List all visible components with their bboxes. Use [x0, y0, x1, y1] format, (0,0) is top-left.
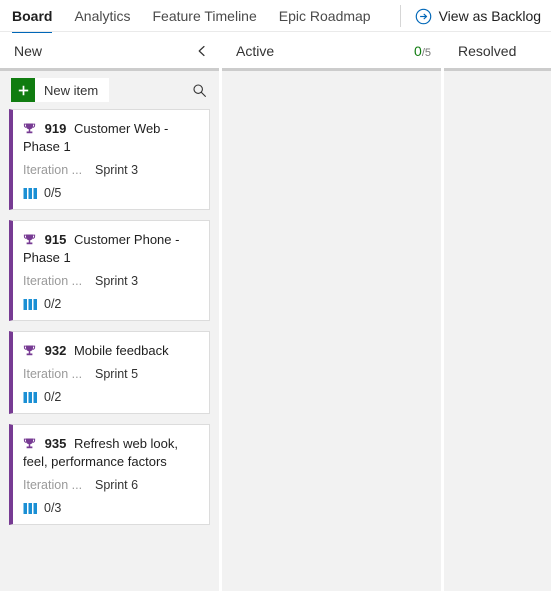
card-935-field-label: Iteration ...	[23, 478, 83, 492]
new-item-label: New item	[44, 82, 99, 98]
card-915-field-label: Iteration ...	[23, 274, 83, 288]
progress-bars-icon	[23, 187, 37, 199]
card-935[interactable]: 935 Refresh web look, feel, performance …	[9, 424, 210, 525]
card-915[interactable]: 915 Customer Phone - Phase 1 Iteration .…	[9, 220, 210, 321]
pivot-bar: Board Analytics Feature Timeline Epic Ro…	[0, 0, 551, 34]
plus-icon	[11, 78, 35, 102]
progress-bars-icon	[23, 502, 37, 514]
wip-current-active: 0	[414, 42, 422, 59]
card-935-progress: 0/3	[44, 501, 62, 515]
card-919-footer: 0/5	[23, 186, 199, 200]
pivot-divider	[399, 5, 401, 27]
tab-feature-timeline-label: Feature Timeline	[152, 8, 257, 24]
tab-feature-timeline[interactable]: Feature Timeline	[141, 0, 267, 32]
wip-limit-active: /5	[421, 46, 431, 59]
card-915-id: 915	[44, 232, 67, 247]
kanban-board: New New item 919 Customer Web - Phase 1 …	[0, 33, 551, 591]
trophy-icon	[23, 123, 36, 134]
column-header-resolved: Resolved	[444, 33, 551, 68]
card-919-title-row: 919 Customer Web - Phase 1	[23, 120, 199, 156]
search-icon[interactable]	[192, 83, 207, 98]
tab-board-label: Board	[12, 8, 53, 24]
card-935-footer: 0/3	[23, 501, 199, 515]
card-935-title-row: 935 Refresh web look, feel, performance …	[23, 435, 199, 471]
card-932-progress: 0/2	[44, 390, 62, 404]
tab-analytics-label: Analytics	[74, 8, 131, 24]
card-list-new: 919 Customer Web - Phase 1 Iteration ...…	[0, 109, 219, 591]
tab-analytics[interactable]: Analytics	[63, 0, 141, 32]
column-header-active: Active 0/5	[222, 33, 441, 68]
card-932-title-row: 932 Mobile feedback	[23, 342, 199, 360]
trophy-icon	[23, 234, 36, 245]
card-932-field-label: Iteration ...	[23, 367, 83, 381]
chevron-left-icon[interactable]	[195, 44, 209, 58]
column-title-active: Active	[236, 42, 275, 59]
column-body-new: New item 919 Customer Web - Phase 1 Iter…	[0, 71, 219, 591]
column-body-resolved	[444, 71, 551, 591]
column-title-new: New	[14, 42, 43, 59]
column-toolbar-new: New item	[0, 71, 219, 109]
column-title-resolved: Resolved	[458, 42, 517, 59]
card-932-field: Iteration ... Sprint 5	[23, 367, 199, 381]
circle-arrow-right-icon	[415, 8, 431, 24]
card-932-footer: 0/2	[23, 390, 199, 404]
board-column-resolved: Resolved	[444, 33, 551, 591]
trophy-icon	[23, 345, 36, 356]
wip-limit-badge-active: 0/5	[414, 43, 431, 59]
progress-bars-icon	[23, 298, 37, 310]
card-919[interactable]: 919 Customer Web - Phase 1 Iteration ...…	[9, 109, 210, 210]
board-column-new: New New item 919 Customer Web - Phase 1 …	[0, 33, 219, 591]
column-body-active	[222, 71, 441, 591]
tab-epic-roadmap-label: Epic Roadmap	[278, 8, 371, 24]
plus-glyph-icon	[18, 85, 28, 95]
card-935-id: 935	[44, 436, 67, 451]
card-919-progress: 0/5	[44, 186, 62, 200]
tab-board[interactable]: Board	[12, 0, 63, 34]
card-919-field: Iteration ... Sprint 3	[23, 163, 199, 177]
card-932[interactable]: 932 Mobile feedback Iteration ... Sprint…	[9, 331, 210, 414]
trophy-icon	[23, 438, 36, 449]
pivot-bottom-border	[0, 31, 551, 32]
card-915-footer: 0/2	[23, 297, 199, 311]
card-932-id: 932	[44, 343, 67, 358]
tab-epic-roadmap[interactable]: Epic Roadmap	[268, 0, 382, 32]
progress-bars-icon	[23, 391, 37, 403]
card-935-field: Iteration ... Sprint 6	[23, 478, 199, 492]
board-column-active: Active 0/5	[222, 33, 441, 591]
column-header-new: New	[0, 33, 219, 68]
card-915-progress: 0/2	[44, 297, 62, 311]
card-919-id: 919	[44, 121, 67, 136]
card-932-title: Mobile feedback	[73, 343, 169, 358]
pivot-tab-list: Board Analytics Feature Timeline Epic Ro…	[12, 0, 382, 34]
view-as-backlog-button[interactable]: View as Backlog	[415, 8, 541, 25]
card-932-field-value: Sprint 5	[95, 367, 139, 381]
new-item-button[interactable]: New item	[11, 78, 110, 102]
card-list-active	[222, 71, 441, 591]
card-list-resolved	[444, 71, 551, 591]
card-915-field-value: Sprint 3	[95, 274, 139, 288]
card-919-field-label: Iteration ...	[23, 163, 83, 177]
view-as-backlog-label: View as Backlog	[438, 8, 542, 24]
card-915-title-row: 915 Customer Phone - Phase 1	[23, 231, 199, 267]
card-919-field-value: Sprint 3	[95, 163, 139, 177]
card-915-field: Iteration ... Sprint 3	[23, 274, 199, 288]
card-935-field-value: Sprint 6	[95, 478, 139, 492]
